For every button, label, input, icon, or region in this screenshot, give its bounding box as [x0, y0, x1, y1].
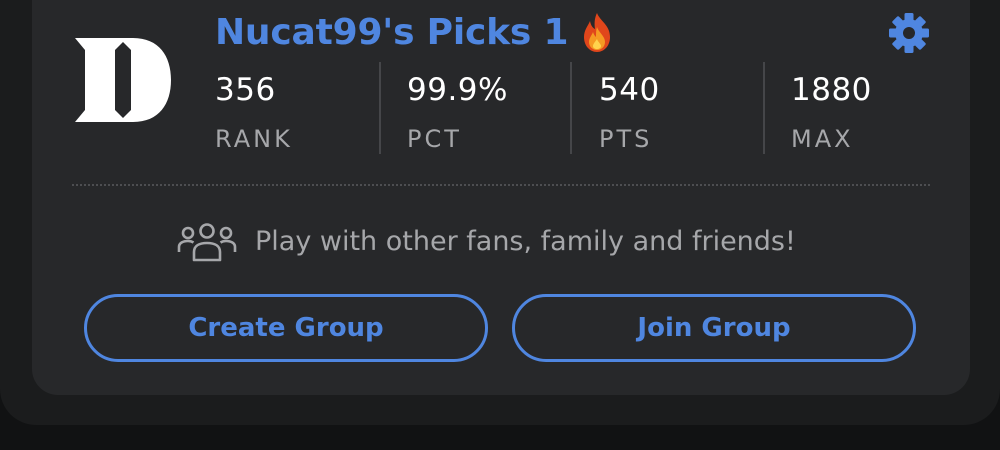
- create-group-button[interactable]: Create Group: [84, 294, 488, 362]
- stat-pct: 99.9% PCT: [407, 60, 597, 156]
- stat-label: RANK: [215, 125, 293, 153]
- stat-pts: 540 PTS: [599, 60, 789, 156]
- stat-value: 99.9%: [407, 72, 508, 108]
- stat-rank: 356 RANK: [215, 60, 405, 156]
- stats-row: 356 RANK 99.9% PCT 540 PTS 1880 MAX: [215, 60, 955, 156]
- join-group-button[interactable]: Join Group: [512, 294, 916, 362]
- stat-value: 356: [215, 72, 276, 108]
- stat-divider: [379, 62, 381, 154]
- stat-label: MAX: [791, 125, 854, 153]
- bracket-title[interactable]: Nucat99's Picks 1: [215, 12, 568, 53]
- invite-row: Play with other fans, family and friends…: [177, 218, 796, 264]
- group-people-icon: [177, 223, 237, 262]
- invite-text: Play with other fans, family and friends…: [255, 225, 796, 257]
- duke-d-logo: [75, 38, 171, 122]
- gear-icon[interactable]: [888, 12, 930, 54]
- stat-divider: [570, 62, 572, 154]
- stat-label: PTS: [599, 125, 653, 153]
- title-row: Nucat99's Picks 1: [215, 8, 616, 56]
- stat-divider: [763, 62, 765, 154]
- stat-max: 1880 MAX: [791, 60, 981, 156]
- stat-value: 1880: [791, 72, 872, 108]
- fire-icon: [584, 13, 611, 52]
- dotted-divider: [72, 184, 930, 186]
- stat-value: 540: [599, 72, 660, 108]
- stat-label: PCT: [407, 125, 462, 153]
